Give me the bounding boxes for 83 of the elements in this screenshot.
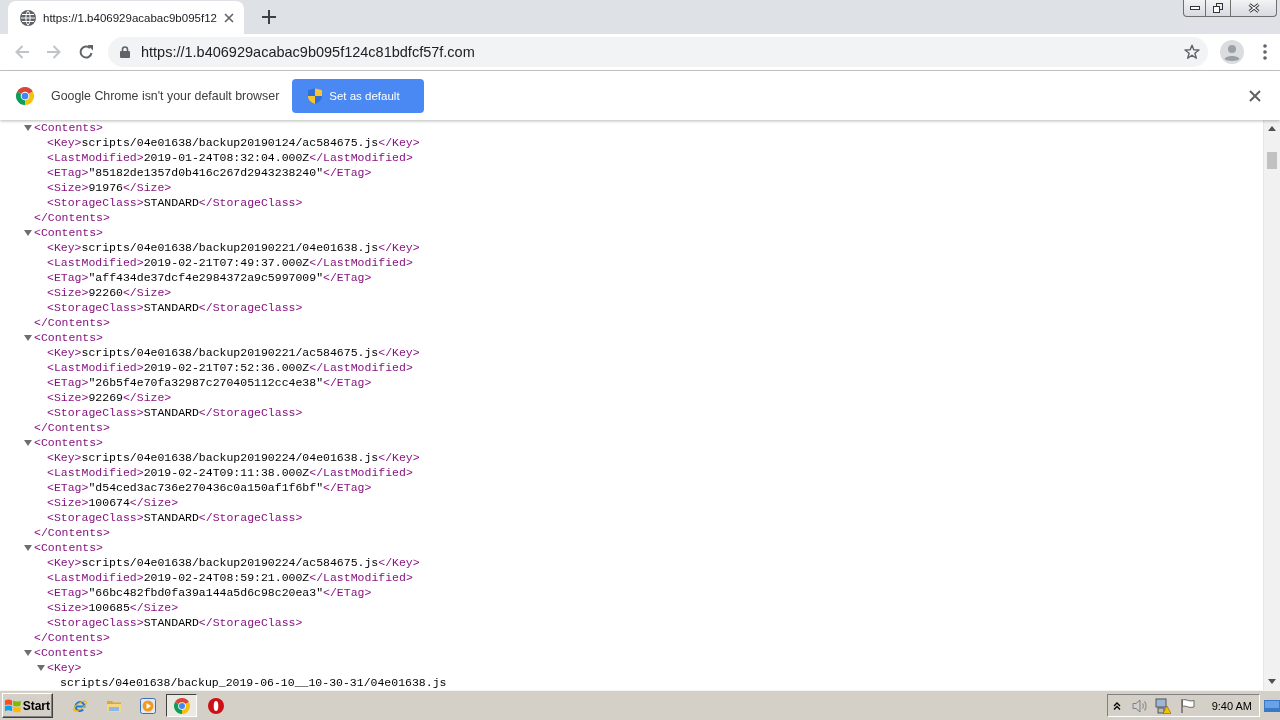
scroll-down-icon[interactable]	[1268, 679, 1276, 684]
speaker-icon[interactable]	[1131, 697, 1148, 714]
vertical-scrollbar[interactable]	[1263, 120, 1280, 690]
disclosure-triangle-icon[interactable]	[24, 649, 32, 656]
xml-tag: <Contents>	[34, 540, 103, 555]
scrollbar-thumb[interactable]	[1267, 152, 1277, 169]
xml-element-line: <ETag>"26b5f4e70fa32987c270405112cc4e38"</ETag>	[47, 375, 372, 390]
xml-tag: <Key>	[47, 660, 82, 675]
browser-logo-icon	[16, 86, 34, 105]
xml-element-line: <Key>scripts/04e01638/backup20190224/04e01638.js</Key>	[47, 450, 420, 465]
o-logo-icon	[207, 697, 224, 714]
xml-tag: </Contents>	[34, 630, 110, 645]
star-icon[interactable]	[1184, 44, 1200, 60]
shield-icon	[308, 87, 323, 104]
taskbar-button[interactable]	[166, 694, 197, 717]
xml-tag: </Contents>	[34, 210, 110, 225]
restore-icon	[1213, 3, 1223, 13]
xml-tag: <Contents>	[34, 645, 103, 660]
chevron-up-icon[interactable]	[1112, 701, 1121, 710]
xml-element-line: <StorageClass>STANDARD</StorageClass>	[47, 510, 303, 525]
xml-tag: </Contents>	[34, 525, 110, 540]
forward-arrow-icon	[46, 44, 62, 60]
minimize-button[interactable]	[1183, 0, 1206, 17]
xml-element-line: <LastModified>2019-02-21T07:52:36.000Z</LastModified>	[47, 360, 413, 375]
xml-tag: </Contents>	[34, 315, 110, 330]
close-icon[interactable]	[1249, 89, 1261, 102]
browser-logo-icon	[173, 697, 190, 714]
xml-tag: <Contents>	[34, 225, 103, 240]
browser-tab[interactable]: https://1.b406929acabac9b095f12	[8, 1, 244, 34]
start-button[interactable]: Start	[2, 693, 53, 718]
disclosure-triangle-icon[interactable]	[24, 544, 32, 551]
disclosure-triangle-icon[interactable]	[37, 664, 45, 671]
xml-tag: <Contents>	[34, 330, 103, 345]
desktop-icon[interactable]	[1264, 699, 1280, 712]
lock-icon	[120, 46, 130, 58]
xml-text: scripts/04e01638/backup_2019-06-10__10-30-31/04e01638.js	[60, 675, 447, 690]
xml-element-line: <ETag>"d54ced3ac736e270436c0a150af1f6bf"</ETag>	[47, 480, 372, 495]
address-bar[interactable]: https://1.b406929acabac9b095f124c81bdfcf57f.com	[108, 37, 1208, 67]
xml-element-line: <Key>scripts/04e01638/backup20190124/ac584675.js</Key>	[47, 135, 420, 150]
scroll-up-icon[interactable]	[1268, 126, 1276, 131]
network-warning-icon[interactable]	[1154, 697, 1171, 714]
xml-element-line: <ETag>"85182de1357d0b416c267d2943238240"</ETag>	[47, 165, 372, 180]
close-icon	[1247, 3, 1260, 13]
xml-element-line: <LastModified>2019-01-24T08:32:04.000Z</LastModified>	[47, 150, 413, 165]
xml-tag: </Contents>	[34, 420, 110, 435]
xml-element-line: <LastModified>2019-02-21T07:49:37.000Z</LastModified>	[47, 255, 413, 270]
minimize-icon	[1189, 6, 1200, 10]
back-arrow-icon	[14, 44, 30, 60]
xml-element-line: <LastModified>2019-02-24T08:59:21.000Z</LastModified>	[47, 570, 413, 585]
xml-element-line: <StorageClass>STANDARD</StorageClass>	[47, 405, 303, 420]
menu-icon[interactable]	[1263, 44, 1267, 60]
xml-tag: <Contents>	[34, 435, 103, 450]
disclosure-triangle-icon[interactable]	[24, 439, 32, 446]
infobar-message: Google Chrome isn't your default browser	[51, 88, 280, 103]
disclosure-triangle-icon[interactable]	[24, 124, 32, 131]
clock[interactable]: 9:40 AM	[1211, 699, 1252, 712]
close-icon[interactable]	[224, 12, 234, 23]
flag-logo-icon	[5, 698, 21, 713]
disclosure-triangle-icon[interactable]	[24, 334, 32, 341]
xml-tag: <Contents>	[34, 120, 103, 135]
avatar-icon[interactable]	[1220, 40, 1244, 64]
flag-icon[interactable]	[1179, 697, 1196, 714]
xml-element-line: <Key>scripts/04e01638/backup20190221/04e01638.js</Key>	[47, 240, 420, 255]
xml-element-line: <StorageClass>STANDARD</StorageClass>	[47, 615, 303, 630]
restore-button[interactable]	[1206, 0, 1231, 17]
xml-element-line: <StorageClass>STANDARD</StorageClass>	[47, 195, 303, 210]
xml-element-line: <StorageClass>STANDARD</StorageClass>	[47, 300, 303, 315]
reload-icon	[78, 44, 94, 60]
xml-element-line: <Size>100685</Size>	[47, 600, 179, 615]
xml-element-line: <Key>scripts/04e01638/backup20190224/ac584675.js</Key>	[47, 555, 420, 570]
xml-element-line: <Size>91976</Size>	[47, 180, 172, 195]
xml-element-line: <Size>100674</Size>	[47, 495, 179, 510]
disclosure-triangle-icon[interactable]	[24, 229, 32, 236]
globe-icon	[20, 9, 36, 26]
xml-element-line: <ETag>"66bc482fbd0fa39a144a5d6c98c20ea3"</ETag>	[47, 585, 372, 600]
xml-element-line: <Size>92260</Size>	[47, 285, 172, 300]
plus-icon[interactable]	[262, 10, 276, 24]
xml-element-line: <LastModified>2019-02-24T09:11:38.000Z</LastModified>	[47, 465, 413, 480]
xml-element-line: <ETag>"aff434de37dcf4e2984372a9c5997009"</ETag>	[47, 270, 372, 285]
xml-element-line: <Size>92269</Size>	[47, 390, 172, 405]
close-button[interactable]	[1231, 0, 1277, 17]
xml-element-line: <Key>scripts/04e01638/backup20190221/ac584675.js</Key>	[47, 345, 420, 360]
play-icon	[139, 697, 156, 714]
